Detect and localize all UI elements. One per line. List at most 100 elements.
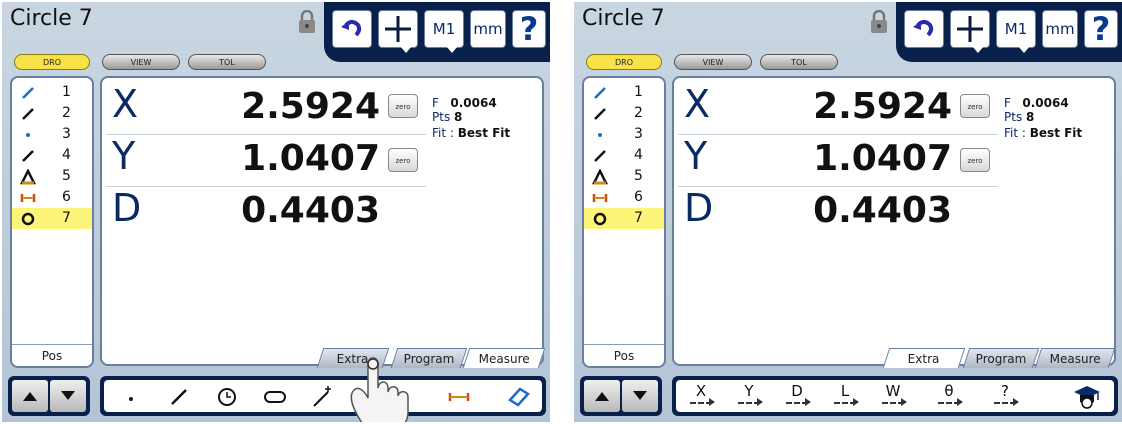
help-button[interactable]: ? bbox=[512, 10, 546, 48]
distance-icon bbox=[592, 194, 608, 202]
position-label[interactable]: Pos bbox=[584, 344, 664, 366]
list-item[interactable]: 4 bbox=[584, 145, 664, 166]
arrow-down-icon bbox=[61, 391, 75, 400]
circle-icon bbox=[593, 212, 607, 226]
form-value: 0.0064 bbox=[450, 96, 497, 110]
points-value: 8 bbox=[454, 110, 463, 124]
zero-x-button[interactable]: zero bbox=[388, 94, 418, 118]
scroll-up-button[interactable] bbox=[12, 380, 48, 412]
angle-icon bbox=[20, 169, 36, 185]
tab-dro[interactable]: DRO bbox=[586, 54, 662, 70]
points-info: Pts 8 bbox=[1004, 110, 1034, 124]
dro-screen-extra: Circle 7 M1 mm ? DRO VIEW TOL 1 2 3 4 5 … bbox=[574, 2, 1122, 422]
skew-icon[interactable] bbox=[506, 384, 532, 410]
lock-icon[interactable] bbox=[870, 10, 888, 34]
axis-y-label: Y bbox=[684, 134, 708, 178]
wand-icon[interactable] bbox=[310, 384, 336, 410]
measure-angle-button[interactable]: θ bbox=[932, 382, 966, 412]
notch-indicator bbox=[446, 46, 458, 53]
units-button[interactable]: mm bbox=[1042, 10, 1078, 48]
scroll-up-button[interactable] bbox=[584, 380, 620, 412]
feature-number: 1 bbox=[634, 84, 643, 100]
tab-tol[interactable]: TOL bbox=[188, 54, 266, 70]
zero-y-button[interactable]: zero bbox=[960, 148, 990, 172]
feature-number: 5 bbox=[634, 168, 643, 184]
list-item[interactable]: 7 bbox=[584, 208, 664, 229]
measure-y-label: Y bbox=[744, 382, 754, 400]
feature-number: 1 bbox=[62, 84, 71, 100]
memory-button[interactable]: M1 bbox=[996, 10, 1036, 48]
list-item[interactable]: 7 bbox=[12, 208, 92, 229]
divider bbox=[106, 134, 426, 135]
divider bbox=[678, 134, 998, 135]
point-icon bbox=[598, 133, 602, 137]
measure-w-label: W bbox=[885, 382, 901, 400]
circle-icon[interactable] bbox=[214, 384, 240, 410]
list-item[interactable]: 2 bbox=[584, 103, 664, 124]
undo-button[interactable] bbox=[332, 10, 372, 48]
tab-dro[interactable]: DRO bbox=[14, 54, 90, 70]
tab-tol[interactable]: TOL bbox=[760, 54, 838, 70]
list-item[interactable]: 5 bbox=[12, 166, 92, 187]
fit-info: Fit : Best Fit bbox=[1004, 126, 1082, 140]
point-icon[interactable] bbox=[118, 384, 144, 410]
tab-view[interactable]: VIEW bbox=[674, 54, 752, 70]
list-item[interactable]: 6 bbox=[12, 187, 92, 208]
list-item[interactable]: 2 bbox=[12, 103, 92, 124]
form-label: F bbox=[432, 96, 439, 110]
line-icon[interactable] bbox=[166, 384, 192, 410]
scroll-down-button[interactable] bbox=[622, 380, 658, 412]
help-button[interactable]: ? bbox=[1084, 10, 1118, 48]
position-label[interactable]: Pos bbox=[12, 344, 92, 366]
scroll-down-button[interactable] bbox=[50, 380, 86, 412]
readout-panel: X 2.5924 zero Y 1.0407 zero D 0.4403 F 0… bbox=[100, 76, 544, 366]
measure-tools bbox=[104, 380, 542, 412]
axis-x-label: X bbox=[112, 82, 139, 126]
slot-icon[interactable] bbox=[262, 384, 288, 410]
tab-measure[interactable]: Measure bbox=[462, 348, 546, 368]
zero-x-button[interactable]: zero bbox=[960, 94, 990, 118]
measure-y-button[interactable]: Y bbox=[732, 382, 766, 412]
tab-extra[interactable]: Extra bbox=[882, 348, 966, 368]
line-icon bbox=[22, 150, 34, 162]
circle-icon bbox=[21, 212, 35, 226]
distance-icon[interactable] bbox=[446, 384, 472, 410]
crosshair-icon bbox=[957, 16, 983, 42]
measure-w-button[interactable]: W bbox=[876, 382, 910, 412]
tab-view[interactable]: VIEW bbox=[102, 54, 180, 70]
feature-number: 3 bbox=[634, 126, 643, 142]
memory-button[interactable]: M1 bbox=[424, 10, 464, 48]
form-info: F 0.0064 bbox=[1004, 96, 1069, 110]
measure-query-button[interactable]: ? bbox=[988, 382, 1022, 412]
undo-button[interactable] bbox=[904, 10, 944, 48]
teach-icon[interactable] bbox=[1072, 382, 1102, 412]
list-item[interactable]: 3 bbox=[12, 124, 92, 145]
tab-program[interactable]: Program bbox=[962, 348, 1040, 368]
divider bbox=[106, 186, 426, 187]
angle-icon bbox=[592, 169, 608, 185]
measure-d-button[interactable]: D bbox=[780, 382, 814, 412]
axis-d-value: 0.4403 bbox=[241, 190, 380, 231]
list-item[interactable]: 4 bbox=[12, 145, 92, 166]
feature-number: 5 bbox=[62, 168, 71, 184]
list-item[interactable]: 6 bbox=[584, 187, 664, 208]
list-item[interactable]: 1 bbox=[584, 82, 664, 103]
list-item[interactable]: 1 bbox=[12, 82, 92, 103]
crosshair-button[interactable] bbox=[950, 10, 990, 48]
points-info: Pts 8 bbox=[432, 110, 462, 124]
feature-list: 1 2 3 4 5 6 7 Pos bbox=[10, 76, 94, 368]
arrow-up-icon bbox=[23, 392, 37, 401]
units-button[interactable]: mm bbox=[470, 10, 506, 48]
tab-measure[interactable]: Measure bbox=[1034, 348, 1116, 368]
list-item[interactable]: 5 bbox=[584, 166, 664, 187]
feature-number: 2 bbox=[62, 105, 71, 121]
lock-icon[interactable] bbox=[298, 10, 316, 34]
fit-info: Fit : Best Fit bbox=[432, 126, 510, 140]
crosshair-button[interactable] bbox=[378, 10, 418, 48]
list-item[interactable]: 3 bbox=[584, 124, 664, 145]
arrow-down-icon bbox=[633, 391, 647, 400]
measure-query-label: ? bbox=[1001, 382, 1009, 400]
measure-l-button[interactable]: L bbox=[828, 382, 862, 412]
measure-x-button[interactable]: X bbox=[684, 382, 718, 412]
zero-y-button[interactable]: zero bbox=[388, 148, 418, 172]
